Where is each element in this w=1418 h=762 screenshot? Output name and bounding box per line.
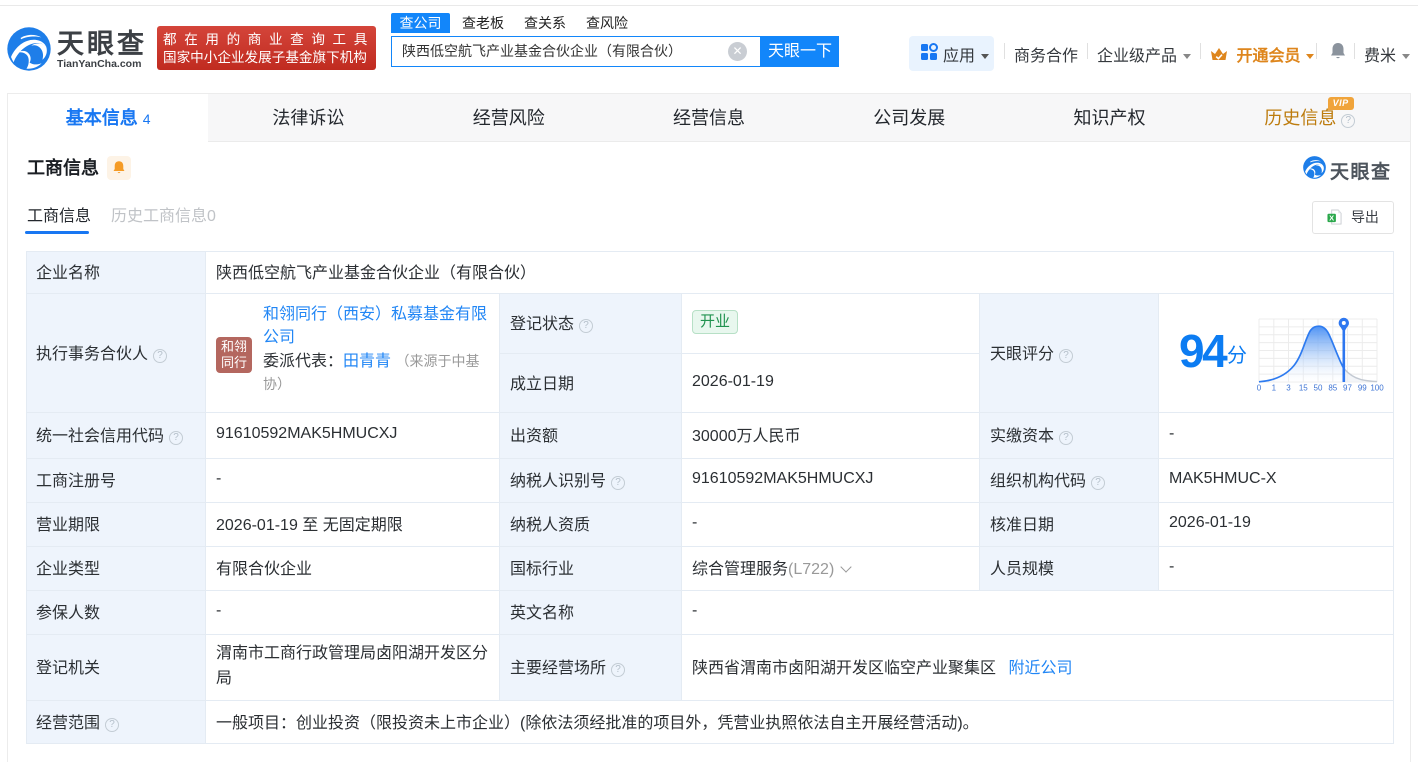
svg-text:3: 3 [1286, 383, 1291, 392]
svg-text:100: 100 [1370, 383, 1384, 392]
svg-text:99: 99 [1358, 383, 1367, 392]
svg-text:0: 0 [1257, 383, 1262, 392]
svg-text:50: 50 [1314, 383, 1323, 392]
svg-text:85: 85 [1328, 383, 1337, 392]
svg-text:97: 97 [1343, 383, 1352, 392]
svg-text:X: X [1329, 213, 1334, 222]
svg-text:15: 15 [1299, 383, 1308, 392]
svg-text:1: 1 [1272, 383, 1277, 392]
